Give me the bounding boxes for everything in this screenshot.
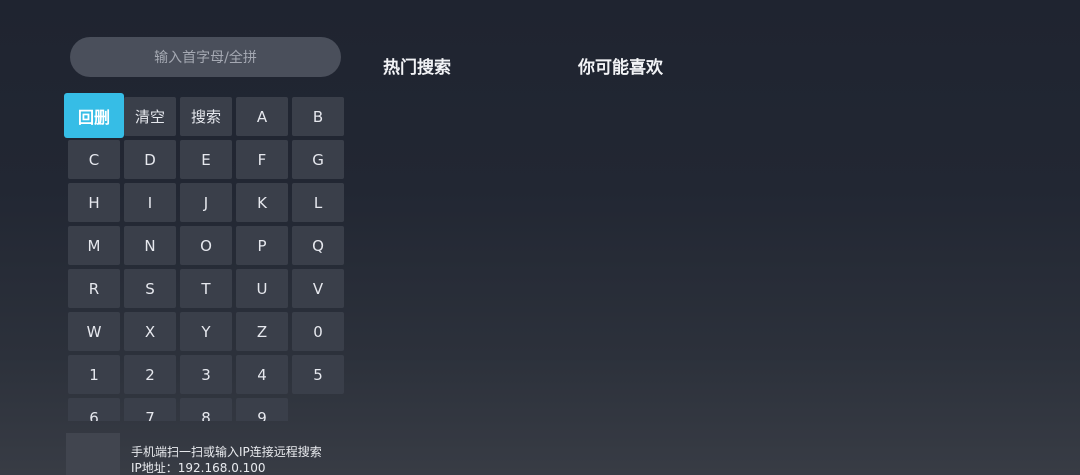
remote-instruction: 手机端扫一扫或输入IP连接远程搜索	[131, 445, 322, 459]
key-2[interactable]: 清空	[124, 97, 176, 136]
key-34[interactable]: 4	[236, 355, 288, 394]
you-may-like-title: 你可能喜欢	[578, 58, 663, 78]
key-1[interactable]: 回删	[64, 93, 124, 138]
key-23[interactable]: T	[180, 269, 232, 308]
hot-search-title: 热门搜索	[383, 58, 451, 78]
key-32[interactable]: 2	[124, 355, 176, 394]
key-3[interactable]: 搜索	[180, 97, 232, 136]
key-28[interactable]: Y	[180, 312, 232, 351]
key-20[interactable]: Q	[292, 226, 344, 265]
key-35[interactable]: 5	[292, 355, 344, 394]
key-19[interactable]: P	[236, 226, 288, 265]
key-4[interactable]: A	[236, 97, 288, 136]
key-10[interactable]: G	[292, 140, 344, 179]
key-30[interactable]: 0	[292, 312, 344, 351]
key-25[interactable]: V	[292, 269, 344, 308]
key-21[interactable]: R	[68, 269, 120, 308]
key-14[interactable]: K	[236, 183, 288, 222]
key-6[interactable]: C	[68, 140, 120, 179]
key-11[interactable]: H	[68, 183, 120, 222]
search-input[interactable]: 输入首字母/全拼	[70, 37, 341, 77]
key-39[interactable]: 9	[236, 398, 288, 421]
key-38[interactable]: 8	[180, 398, 232, 421]
key-36[interactable]: 6	[68, 398, 120, 421]
key-15[interactable]: L	[292, 183, 344, 222]
key-33[interactable]: 3	[180, 355, 232, 394]
key-37[interactable]: 7	[124, 398, 176, 421]
key-17[interactable]: N	[124, 226, 176, 265]
key-27[interactable]: X	[124, 312, 176, 351]
key-31[interactable]: 1	[68, 355, 120, 394]
on-screen-keyboard: 回删 清空 搜索 A B C D E F G H I J K L M N O P Q R S T U V W X Y Z 0 1 2 3 4 5 6 7…	[64, 93, 354, 421]
key-26[interactable]: W	[68, 312, 120, 351]
ip-address: IP地址：192.168.0.100	[131, 461, 266, 475]
key-7[interactable]: D	[124, 140, 176, 179]
key-5[interactable]: B	[292, 97, 344, 136]
key-24[interactable]: U	[236, 269, 288, 308]
key-13[interactable]: J	[180, 183, 232, 222]
key-9[interactable]: F	[236, 140, 288, 179]
key-8[interactable]: E	[180, 140, 232, 179]
key-29[interactable]: Z	[236, 312, 288, 351]
key-12[interactable]: I	[124, 183, 176, 222]
key-16[interactable]: M	[68, 226, 120, 265]
key-22[interactable]: S	[124, 269, 176, 308]
key-18[interactable]: O	[180, 226, 232, 265]
qr-code	[66, 433, 120, 475]
search-placeholder: 输入首字母/全拼	[154, 50, 257, 66]
remote-search-info: 手机端扫一扫或输入IP连接远程搜索 IP地址：192.168.0.100	[131, 444, 322, 475]
